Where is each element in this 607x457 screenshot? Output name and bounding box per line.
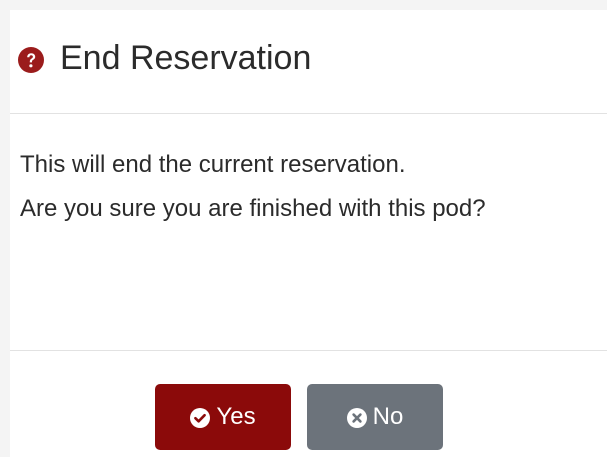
check-circle-icon <box>190 407 211 428</box>
yes-button-label: Yes <box>216 403 256 430</box>
no-button-label: No <box>372 403 404 430</box>
x-circle-icon <box>346 407 367 428</box>
dialog-message-line-2: Are you sure you are finished with this … <box>20 195 486 222</box>
yes-button[interactable]: Yes <box>155 384 291 450</box>
dialog-footer: Yes No <box>10 351 607 457</box>
dialog-header: End Reservation <box>10 10 607 114</box>
end-reservation-dialog: End Reservation This will end the curren… <box>10 10 607 457</box>
dialog-body: This will end the current reservation. A… <box>10 114 607 351</box>
question-circle-icon <box>18 47 44 73</box>
no-button[interactable]: No <box>307 384 443 450</box>
dialog-message-line-1: This will end the current reservation. <box>20 151 406 178</box>
dialog-title: End Reservation <box>60 39 312 77</box>
